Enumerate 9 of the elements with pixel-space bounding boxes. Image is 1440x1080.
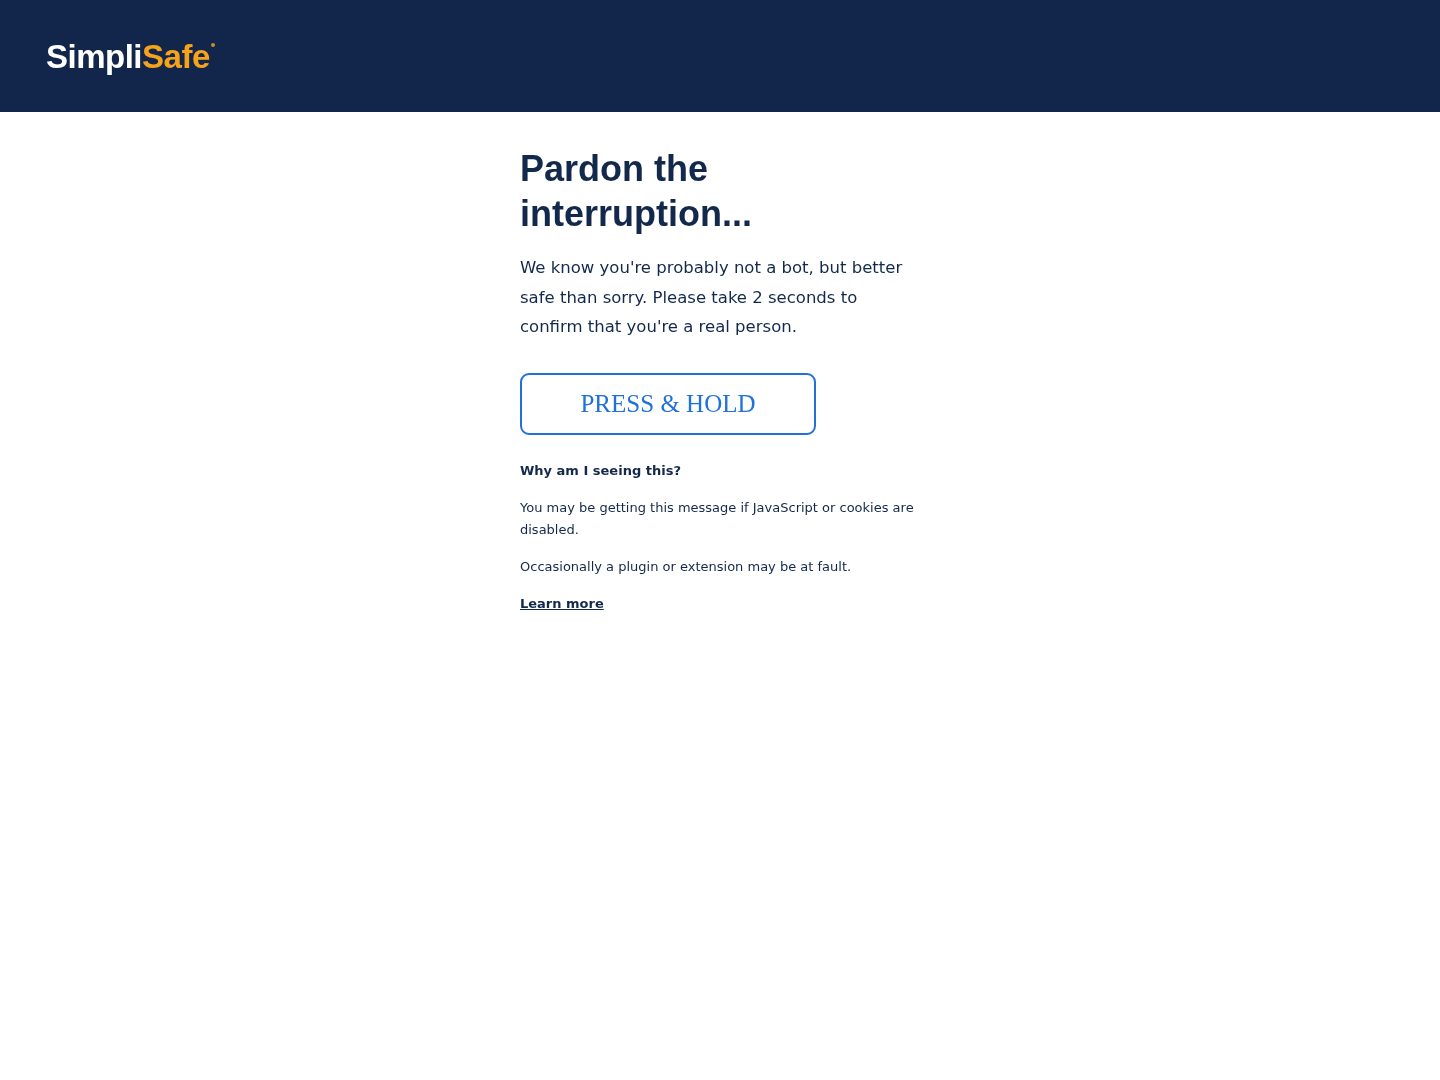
intro-text: We know you're probably not a bot, but better safe than sorry. Please take 2 seconds to confirm that you're a real person. [520, 257, 904, 338]
registered-mark-icon [210, 42, 215, 47]
press-and-hold-button[interactable]: PRESS & HOLD [520, 372, 816, 435]
explanation-text: Occasionally a plugin or extension may be at fault. [520, 557, 853, 576]
brand-logo[interactable]: SimpliSafe [46, 39, 210, 73]
explanation-text: You may be getting this message if JavaScript or cookies are disabled. [520, 498, 915, 539]
why-heading: Why am I seeing this? [520, 461, 682, 480]
learn-more-link[interactable]: Learn more [520, 593, 604, 614]
page-heading: Pardon the interruption... [520, 147, 753, 236]
